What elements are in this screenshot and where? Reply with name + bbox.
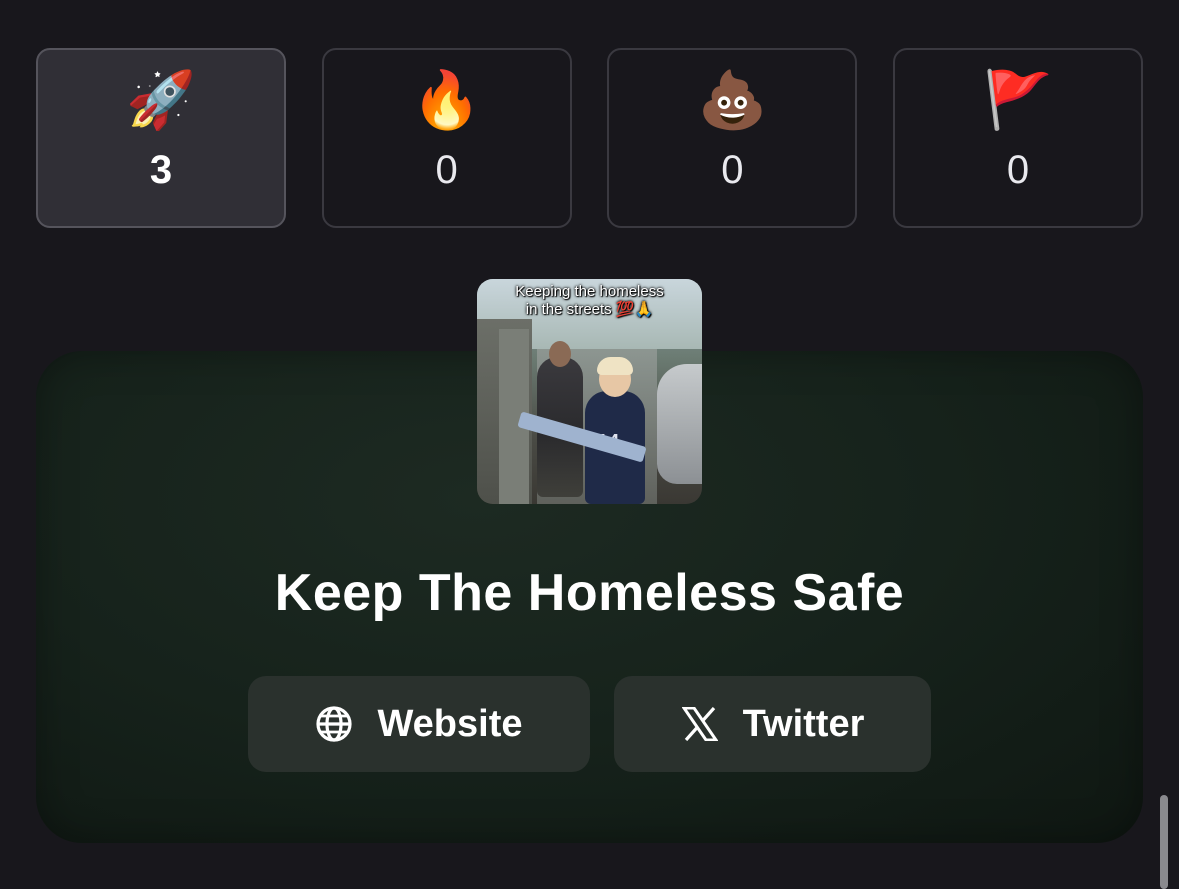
reaction-count: 3 xyxy=(149,148,173,192)
red-flag-icon: 🚩 xyxy=(983,68,1053,131)
twitter-button[interactable]: Twitter xyxy=(614,676,931,772)
website-button[interactable]: Website xyxy=(248,676,590,772)
reaction-fire-button[interactable]: 🔥 0 xyxy=(321,48,572,228)
caption-line-1: Keeping the homeless xyxy=(515,283,664,300)
rocket-icon: 🚀 xyxy=(126,68,196,131)
reaction-rocket-button[interactable]: 🚀 3 xyxy=(36,48,286,228)
reaction-red-flag-button[interactable]: 🚩 0 xyxy=(892,48,1143,228)
scrollbar-thumb[interactable] xyxy=(1160,795,1168,889)
caption-line-2: in the streets 💯🙏 xyxy=(525,301,654,318)
reaction-count: 0 xyxy=(721,148,744,192)
token-page: 🚀 3 🔥 0 💩 0 🚩 0 14 Keeping the h xyxy=(0,0,1179,889)
reaction-bar: 🚀 3 🔥 0 💩 0 🚩 0 xyxy=(36,48,1143,228)
token-image: 14 Keeping the homeless in the streets 💯… xyxy=(477,279,702,504)
token-image-caption: Keeping the homeless in the streets 💯🙏 xyxy=(477,283,702,319)
reaction-poop-button[interactable]: 💩 0 xyxy=(607,48,858,228)
website-button-label: Website xyxy=(377,702,523,745)
fire-icon: 🔥 xyxy=(411,68,482,131)
poop-icon: 💩 xyxy=(697,68,768,131)
reaction-count: 0 xyxy=(435,148,458,192)
x-logo-icon xyxy=(681,705,719,743)
twitter-button-label: Twitter xyxy=(742,702,865,745)
reaction-count: 0 xyxy=(1006,148,1030,192)
globe-icon xyxy=(315,705,353,743)
token-title: Keep The Homeless Safe xyxy=(274,564,905,622)
